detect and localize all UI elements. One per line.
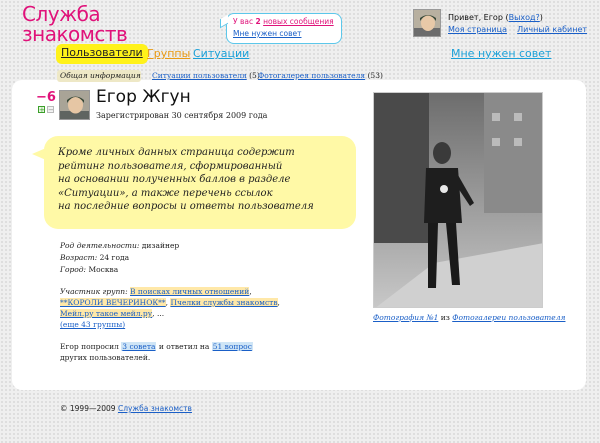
group-link[interactable]: **КОРОЛИ ВЕЧЕРИНОК** xyxy=(60,298,166,307)
tab-general-info[interactable]: Общая информация xyxy=(57,70,141,82)
stats-middle: и ответил на xyxy=(158,342,210,351)
user-groups: Участник групп: В поисках личных отношен… xyxy=(60,286,280,330)
photo-caption: Фотография №1 из Фотогалереи пользовател… xyxy=(373,313,565,322)
occupation-value: дизайнер xyxy=(141,241,180,250)
need-advice-link[interactable]: Мне нужен совет xyxy=(233,29,302,38)
nav-situations[interactable]: Ситуации xyxy=(193,47,249,60)
user-greeting: Привет, Егор (Выход?) Моя страница Личны… xyxy=(448,13,588,34)
city-value: Москва xyxy=(88,265,119,274)
more-groups-link[interactable]: (еще 43 группы) xyxy=(60,320,125,329)
my-page-link[interactable]: Моя страница xyxy=(448,25,507,34)
group-link[interactable]: Пчелки службы знакомств xyxy=(170,298,278,307)
notification-prefix: У вас xyxy=(233,17,254,26)
groups-ellipsis: ... xyxy=(156,309,165,318)
personal-info: Род деятельности: дизайнер Возраст: 24 г… xyxy=(60,240,179,276)
hint-bubble: Кроме личных данных страница содержит ре… xyxy=(44,136,356,229)
profile-main-photo[interactable] xyxy=(373,92,543,308)
new-messages-link[interactable]: новых сообщения xyxy=(263,17,334,26)
vote-minus-button[interactable]: − xyxy=(47,106,54,114)
group-separator: , xyxy=(277,298,280,307)
hint-line: «Ситуации», а также перечень ссылок xyxy=(58,187,273,199)
hint-line: на основании полученных баллов в разделе xyxy=(58,174,291,185)
gallery-link[interactable]: Фотогалереи пользователя xyxy=(452,313,565,322)
age-value: 24 года xyxy=(99,253,130,262)
footer: © 1999—2009 Служба знакомств xyxy=(60,404,192,413)
groups-label: Участник групп: xyxy=(60,287,128,296)
caption-from: из xyxy=(440,313,450,322)
profile-avatar[interactable] xyxy=(59,90,90,120)
group-separator: , xyxy=(152,309,155,318)
hint-line: рейтинг пользователя, сформированный xyxy=(58,160,283,172)
hint-line: Кроме личных данных страница содержит xyxy=(58,147,295,158)
nav-users[interactable]: Пользователи xyxy=(56,44,148,64)
user-rating: −6 xyxy=(36,90,56,105)
logout-link[interactable]: Выход? xyxy=(509,13,540,22)
vote-plus-button[interactable]: + xyxy=(38,106,45,114)
group-separator: , xyxy=(165,298,169,307)
hint-line: на последние вопросы и ответы пользовате… xyxy=(58,201,314,212)
tab-situations-link[interactable]: Ситуации пользователя xyxy=(152,71,247,80)
nav-groups[interactable]: Группы xyxy=(147,47,190,60)
logo-line-2: знакомств xyxy=(22,22,128,46)
photo-link[interactable]: Фотография №1 xyxy=(373,313,438,322)
tab-user-gallery: Фотогалерея пользователя (53) xyxy=(258,70,383,82)
bubble-tail xyxy=(220,14,228,29)
notification-count: 2 xyxy=(255,17,261,26)
site-logo[interactable]: Служба знакомств xyxy=(22,2,128,46)
logo-line-1: Служба xyxy=(22,2,101,26)
tab-user-situations: Ситуации пользователя (5) xyxy=(152,70,260,82)
main-nav: Пользователи Группы Ситуации Мне нужен с… xyxy=(0,44,600,64)
occupation-label: Род деятельности: xyxy=(60,241,140,250)
greeting-text: Привет, Егор xyxy=(448,13,503,22)
registration-date: Зарегистрирован 30 сентября 2009 года xyxy=(96,111,268,120)
advice-count-link[interactable]: 3 совета xyxy=(121,342,157,351)
stats-suffix: других пользователей. xyxy=(60,353,151,362)
group-link[interactable]: В поисках личных отношений xyxy=(130,287,250,296)
city-label: Город: xyxy=(60,265,87,274)
tab-gallery-link[interactable]: Фотогалерея пользователя xyxy=(258,71,365,80)
footer-copyright: © 1999—2009 xyxy=(60,404,116,413)
tab-gallery-count: (53) xyxy=(367,71,383,80)
notification-bubble: У вас 2 новых сообщения Мне нужен совет xyxy=(220,13,342,44)
stats-prefix: Егор попросил xyxy=(60,342,119,351)
questions-count-link[interactable]: 51 вопрос xyxy=(211,342,253,351)
age-label: Возраст: xyxy=(60,253,98,262)
profile-name: Егор Жгун xyxy=(96,87,191,107)
footer-link[interactable]: Служба знакомств xyxy=(118,404,192,413)
nav-need-advice[interactable]: Мне нужен совет xyxy=(451,47,551,60)
group-link[interactable]: Мейл.ру такое мейл.ру xyxy=(60,309,153,318)
cabinet-link[interactable]: Личный кабинет xyxy=(517,25,587,34)
user-stats: Егор попросил 3 совета и ответил на 51 в… xyxy=(60,341,290,363)
group-separator: , xyxy=(249,287,252,296)
user-avatar[interactable] xyxy=(413,9,441,37)
